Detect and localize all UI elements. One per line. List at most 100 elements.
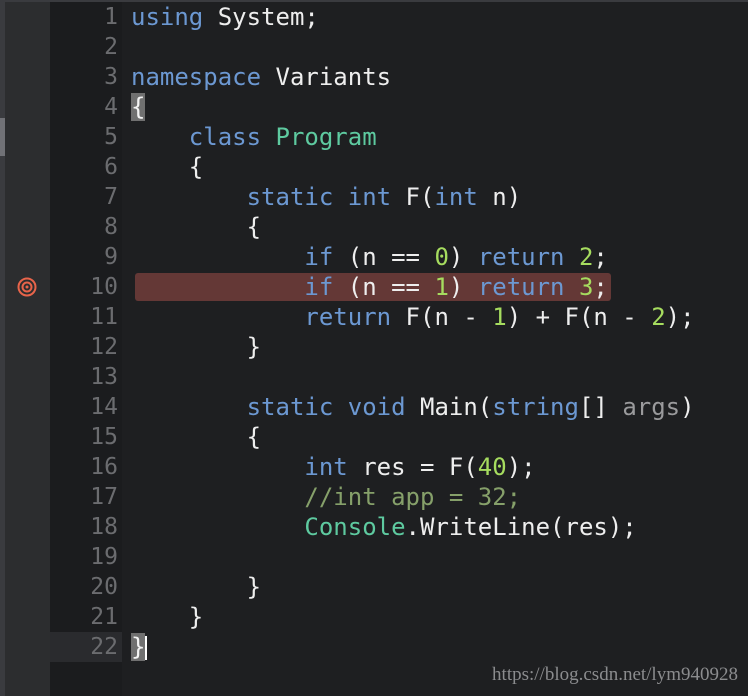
- code-line[interactable]: 20 }: [0, 572, 748, 602]
- code-token: ): [680, 393, 695, 421]
- code-line[interactable]: 7 static int F(int n): [0, 182, 748, 212]
- code-token: ;: [593, 273, 608, 301]
- code-token: args: [622, 393, 681, 421]
- line-number: 1: [104, 4, 118, 30]
- code-token: );: [665, 303, 695, 331]
- code-token: F(n -: [391, 303, 493, 331]
- code-token: int: [434, 183, 478, 211]
- code-token: .WriteLine(res);: [405, 513, 637, 541]
- code-text: static void Main(string[] args): [131, 392, 695, 422]
- line-number: 17: [90, 484, 118, 510]
- line-number: 3: [104, 64, 118, 90]
- code-token: 2: [651, 303, 666, 331]
- code-token: []: [578, 393, 623, 421]
- code-token: if: [304, 243, 334, 271]
- code-line[interactable]: 4{: [0, 92, 748, 122]
- code-token: ;: [593, 243, 608, 271]
- code-token: namespace: [131, 63, 262, 91]
- code-line[interactable]: 13: [0, 362, 748, 392]
- line-number: 11: [90, 304, 118, 330]
- code-token: return: [477, 243, 565, 271]
- line-number: 2: [104, 34, 118, 60]
- code-token: 0: [434, 243, 449, 271]
- code-line[interactable]: 5 class Program: [0, 122, 748, 152]
- code-line[interactable]: 2: [0, 32, 748, 62]
- code-line[interactable]: 16 int res = F(40);: [0, 452, 748, 482]
- code-token: F(: [391, 183, 435, 211]
- code-text: {: [131, 92, 146, 122]
- code-line[interactable]: 10 if (n == 1) return 3;: [0, 272, 748, 302]
- code-line[interactable]: 17 //int app = 32;: [0, 482, 748, 512]
- code-token: ): [448, 273, 478, 301]
- code-token: (n ==: [333, 273, 435, 301]
- code-text: //int app = 32;: [131, 482, 521, 512]
- code-line[interactable]: 12 }: [0, 332, 748, 362]
- code-token: int: [304, 453, 348, 481]
- code-line[interactable]: 21 }: [0, 602, 748, 632]
- code-text: {: [131, 422, 261, 452]
- code-line[interactable]: 14 static void Main(string[] args): [0, 392, 748, 422]
- code-token: (n ==: [333, 243, 435, 271]
- code-token: {: [131, 153, 204, 181]
- code-line[interactable]: 3 namespace Variants: [0, 62, 748, 92]
- text-caret: [145, 636, 148, 660]
- line-number: 8: [104, 214, 118, 240]
- line-number: 6: [104, 154, 118, 180]
- code-text: {: [131, 212, 261, 242]
- code-line[interactable]: 18 Console.WriteLine(res);: [0, 512, 748, 542]
- code-token: res = F(: [347, 453, 478, 481]
- matched-brace: {: [131, 93, 146, 121]
- code-text: {: [131, 152, 203, 182]
- code-token: 1: [492, 303, 507, 331]
- code-text: static int F(int n): [131, 182, 522, 212]
- code-line[interactable]: 11 return F(n - 1) + F(n - 2);: [0, 302, 748, 332]
- code-token: return: [304, 303, 392, 331]
- code-token: {: [131, 213, 262, 241]
- code-line[interactable]: 22}: [0, 632, 748, 662]
- code-line[interactable]: 8 {: [0, 212, 748, 242]
- code-token: System;: [203, 3, 319, 31]
- code-line[interactable]: 1 using System;: [0, 2, 748, 32]
- code-token: {: [131, 423, 262, 451]
- watermark: https://blog.csdn.net/lym940928: [492, 664, 738, 685]
- code-token: 1: [434, 273, 449, 301]
- code-text: }: [131, 332, 261, 362]
- code-token: return: [477, 273, 565, 301]
- line-number: 18: [90, 514, 118, 540]
- line-number: 15: [90, 424, 118, 450]
- line-number: 14: [90, 394, 118, 420]
- line-number: 12: [90, 334, 118, 360]
- code-text: int res = F(40);: [131, 452, 535, 482]
- code-token: class: [188, 123, 262, 151]
- line-number: 22: [90, 634, 118, 660]
- code-token: n): [477, 183, 522, 211]
- code-token: string: [492, 393, 579, 421]
- code-token: ) + F(n -: [506, 303, 652, 331]
- code-token: using: [131, 3, 204, 31]
- code-line[interactable]: 19: [0, 542, 748, 572]
- code-token: }: [131, 333, 262, 361]
- line-number: 7: [104, 184, 118, 210]
- code-token: Program: [275, 123, 377, 151]
- code-line[interactable]: 15 {: [0, 422, 748, 452]
- code-token: }: [131, 573, 262, 601]
- code-token: static void: [246, 393, 406, 421]
- code-token: //int app = 32;: [304, 483, 522, 511]
- code-text: if (n == 0) return 2;: [131, 242, 608, 272]
- matched-brace: }: [131, 633, 146, 661]
- code-line[interactable]: 9 if (n == 0) return 2;: [0, 242, 748, 272]
- code-token: 40: [477, 453, 507, 481]
- code-token: if: [304, 273, 334, 301]
- code-token: Main(: [405, 393, 493, 421]
- line-number: 20: [90, 574, 118, 600]
- code-line[interactable]: 6 {: [0, 152, 748, 182]
- line-number: 19: [90, 544, 118, 570]
